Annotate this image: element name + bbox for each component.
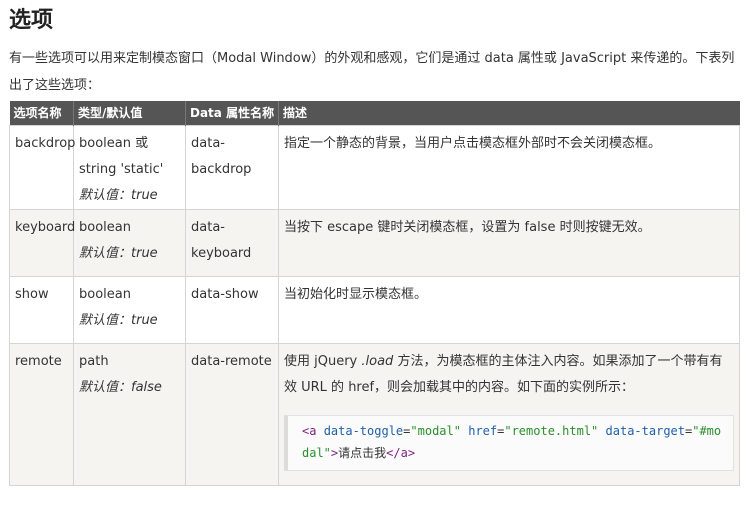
code-attr: data-toggle (323, 424, 404, 438)
option-type-cell: boolean 或 string 'static' 默认值：true (73, 125, 186, 210)
desc-method-name: .load (361, 354, 394, 369)
option-type: boolean (79, 287, 131, 302)
option-type: boolean (79, 220, 131, 235)
table-header-row: 选项名称 类型/默认值 Data 属性名称 描述 (9, 101, 740, 126)
code-value: "modal" (410, 424, 461, 438)
column-header-attr: Data 属性名称 (185, 101, 279, 126)
option-default: 默认值：true (79, 246, 158, 261)
option-type-cell: path 默认值：false (73, 343, 186, 486)
code-attr: href (468, 424, 498, 438)
option-type: boolean 或 string 'static' (79, 136, 164, 177)
table-row: keyboard boolean 默认值：true data-keyboard … (9, 209, 740, 277)
option-type: path (79, 354, 109, 369)
intro-paragraph: 有一些选项可以用来定制模态窗口（Modal Window）的外观和感观，它们是通… (9, 51, 735, 93)
code-attr: data-target (605, 424, 685, 438)
column-header-type: 类型/默认值 (73, 101, 186, 126)
option-desc: 使用 jQuery .load 方法，为模态框的主体注入内容。如果添加了一个带有… (284, 349, 734, 401)
page-title: 选项 (9, 8, 54, 33)
code-value: "remote.html" (504, 424, 599, 438)
code-example: <a data-toggle="modal" href="remote.html… (284, 415, 734, 471)
table-row: remote path 默认值：false data-remote 使用 jQu… (9, 343, 740, 486)
code-open-tag: <a (302, 424, 317, 438)
option-type-cell: boolean 默认值：true (73, 276, 186, 344)
option-desc-cell: 使用 jQuery .load 方法，为模态框的主体注入内容。如果添加了一个带有… (278, 343, 740, 486)
code-end-tag: </a> (386, 446, 416, 460)
desc-text-before: 使用 jQuery (284, 354, 362, 369)
options-table: 选项名称 类型/默认值 Data 属性名称 描述 backdrop boolea… (9, 101, 740, 486)
option-attr: data-keyboard (185, 209, 279, 277)
table-row: backdrop boolean 或 string 'static' 默认值：t… (9, 125, 740, 210)
option-attr: data-backdrop (185, 125, 279, 210)
option-name: remote (9, 343, 74, 486)
option-desc: 当初始化时显示模态框。 (278, 276, 740, 344)
column-header-name: 选项名称 (9, 101, 74, 126)
option-name: show (9, 276, 74, 344)
option-default: 默认值：true (79, 188, 158, 203)
option-desc: 指定一个静态的背景，当用户点击模态框外部时不会关闭模态框。 (278, 125, 740, 210)
option-default: 默认值：true (79, 313, 158, 328)
option-attr: data-remote (185, 343, 279, 486)
column-header-desc: 描述 (278, 101, 740, 126)
option-desc: 当按下 escape 键时关闭模态框，设置为 false 时则按键无效。 (278, 209, 740, 277)
option-type-cell: boolean 默认值：true (73, 209, 186, 277)
option-attr: data-show (185, 276, 279, 344)
code-link-text: 请点击我 (338, 446, 387, 460)
option-name: keyboard (9, 209, 75, 277)
option-default: 默认值：false (79, 380, 162, 395)
option-name: backdrop (9, 125, 75, 210)
page-content: 选项 有一些选项可以用来定制模态窗口（Modal Window）的外观和感观，它… (9, 6, 741, 486)
table-row: show boolean 默认值：true data-show 当初始化时显示模… (9, 276, 740, 344)
